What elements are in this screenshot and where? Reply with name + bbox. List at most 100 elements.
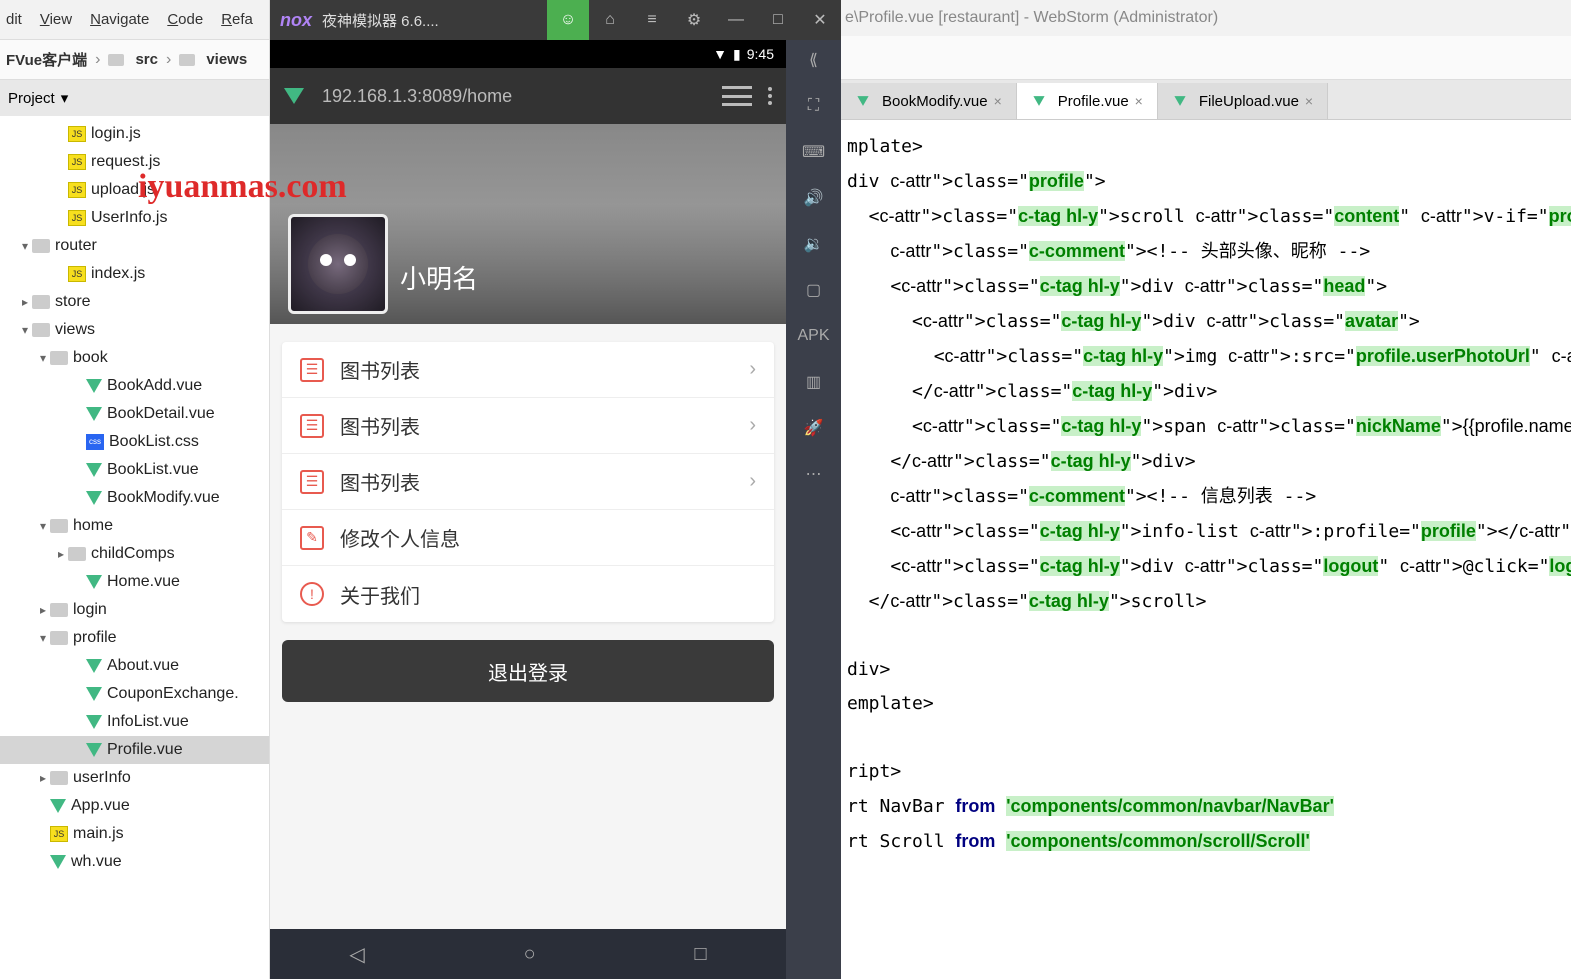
menu-edit[interactable]: dit [6,11,22,28]
folder-icon [50,519,68,533]
tree-item-BookList-css[interactable]: cssBookList.css [0,428,269,456]
tree-item-store[interactable]: ▸store [0,288,269,316]
menu-item-0[interactable]: ☰图书列表› [282,342,774,398]
store-icon[interactable]: ☺ [547,0,589,40]
tree-item-userInfo[interactable]: ▸userInfo [0,764,269,792]
menu-refactor[interactable]: Refa [221,11,253,28]
webstorm-title: e\Profile.vue [restaurant] - WebStorm (A… [841,0,1571,36]
list-icon: ☰ [300,414,324,438]
project-tree[interactable]: JSlogin.jsJSrequest.jsJSupload.jsJSUserI… [0,116,269,979]
avatar[interactable] [288,214,388,314]
kebab-menu-icon[interactable] [768,87,772,105]
tree-item-main-js[interactable]: JSmain.js [0,820,269,848]
vue-icon [86,687,102,701]
maximize-icon[interactable]: □ [757,0,799,40]
bc-src[interactable]: src [135,51,158,68]
recent-icon[interactable]: □ [694,943,706,966]
emulator-window: nox 夜神模拟器 6.6.... ☺ ⌂ ≡ ⚙ — □ ✕ ⟪ ⛶ ⌨ 🔊 … [270,0,841,979]
rocket-icon[interactable]: 🚀 [802,416,826,440]
menu-item-2[interactable]: ☰图书列表› [282,454,774,510]
logout-button[interactable]: 退出登录 [282,640,774,702]
bc-root[interactable]: FVue客户端 [6,49,87,70]
back-icon[interactable]: ◁ [349,942,364,967]
home-icon[interactable]: ⌂ [589,0,631,40]
more-icon[interactable]: ⋯ [802,462,826,486]
tab-Profile-vue[interactable]: Profile.vue× [1017,83,1158,119]
vue-icon [1174,96,1185,106]
tree-item-About-vue[interactable]: About.vue [0,652,269,680]
tree-item-book[interactable]: ▾book [0,344,269,372]
android-navbar: ◁ ○ □ [270,929,786,979]
vue-icon [86,379,102,393]
menu-code[interactable]: Code [167,11,203,28]
vue-icon [86,463,102,477]
folder-icon [32,239,50,253]
emulator-sidebar: ⟪ ⛶ ⌨ 🔊 🔉 ▢ APK ▥ 🚀 ⋯ [786,40,841,979]
wifi-icon: ▼ [713,46,727,62]
tree-item-InfoList-vue[interactable]: InfoList.vue [0,708,269,736]
info-icon: ! [300,582,324,606]
drawer-icon[interactable] [722,86,752,106]
nox-logo: nox [280,10,312,31]
menu-item-4[interactable]: !关于我们 [282,566,774,622]
close-icon[interactable]: × [1135,93,1143,109]
minimize-icon[interactable]: — [715,0,757,40]
emulator-title: 夜神模拟器 6.6.... [322,10,547,31]
tab-BookModify-vue[interactable]: BookModify.vue× [841,83,1017,119]
pen-icon: ✎ [300,526,324,550]
tab-FileUpload-vue[interactable]: FileUpload.vue× [1158,83,1328,119]
left-ide-panel: dit View Navigate Code Refa FVue客户端 › sr… [0,0,270,979]
close-icon[interactable]: × [1305,93,1313,109]
tree-item-BookModify-vue[interactable]: BookModify.vue [0,484,269,512]
close-icon[interactable]: ✕ [799,0,841,40]
tree-item-Profile-vue[interactable]: Profile.vue [0,736,269,764]
nickname-label: 小明名 [400,259,478,296]
apk-icon[interactable]: APK [802,324,826,348]
fullscreen-icon[interactable]: ⛶ [802,94,826,118]
project-tool-header[interactable]: Project ▾ [0,80,269,116]
bc-views[interactable]: views [206,51,247,68]
tree-item-BookAdd-vue[interactable]: BookAdd.vue [0,372,269,400]
chevrons-icon[interactable]: ⟪ [802,48,826,72]
tree-item-login-js[interactable]: JSlogin.js [0,120,269,148]
menu-navigate[interactable]: Navigate [90,11,149,28]
menu-icon[interactable]: ≡ [631,0,673,40]
volume-down-icon[interactable]: 🔉 [802,232,826,256]
tree-item-BookList-vue[interactable]: BookList.vue [0,456,269,484]
folder-icon [68,547,86,561]
keyboard-icon[interactable]: ⌨ [802,140,826,164]
tree-item-App-vue[interactable]: App.vue [0,792,269,820]
js-icon: JS [68,126,86,142]
tree-item-profile[interactable]: ▾profile [0,624,269,652]
code-editor[interactable]: mplate> div c-attr">class="profile"> <c-… [841,120,1571,869]
tree-item-login[interactable]: ▸login [0,596,269,624]
app-toolbar: 192.168.1.3:8089/home [270,68,786,124]
tree-item-index-js[interactable]: JSindex.js [0,260,269,288]
menu-item-1[interactable]: ☰图书列表› [282,398,774,454]
tree-item-home[interactable]: ▾home [0,512,269,540]
menu-item-3[interactable]: ✎修改个人信息 [282,510,774,566]
vue-icon [50,855,66,869]
css-icon: css [86,434,104,450]
tree-item-BookDetail-vue[interactable]: BookDetail.vue [0,400,269,428]
tree-item-childComps[interactable]: ▸childComps [0,540,269,568]
tree-item-router[interactable]: ▾router [0,232,269,260]
menu-view[interactable]: View [40,11,72,28]
tree-item-UserInfo-js[interactable]: JSUserInfo.js [0,204,269,232]
js-icon: JS [50,826,68,842]
tree-item-CouponExchange-[interactable]: CouponExchange. [0,680,269,708]
gear-icon[interactable]: ⚙ [673,0,715,40]
tree-item-wh-vue[interactable]: wh.vue [0,848,269,876]
js-icon: JS [68,266,86,282]
home-icon[interactable]: ○ [524,943,536,966]
close-icon[interactable]: × [994,93,1002,109]
screen-icon[interactable]: ▢ [802,278,826,302]
folder-icon [50,351,68,365]
folder-icon[interactable]: ▥ [802,370,826,394]
folder-icon [32,295,50,309]
tree-item-Home-vue[interactable]: Home.vue [0,568,269,596]
vue-icon [1033,96,1044,106]
volume-up-icon[interactable]: 🔊 [802,186,826,210]
tree-item-views[interactable]: ▾views [0,316,269,344]
chevron-right-icon: › [749,358,756,381]
